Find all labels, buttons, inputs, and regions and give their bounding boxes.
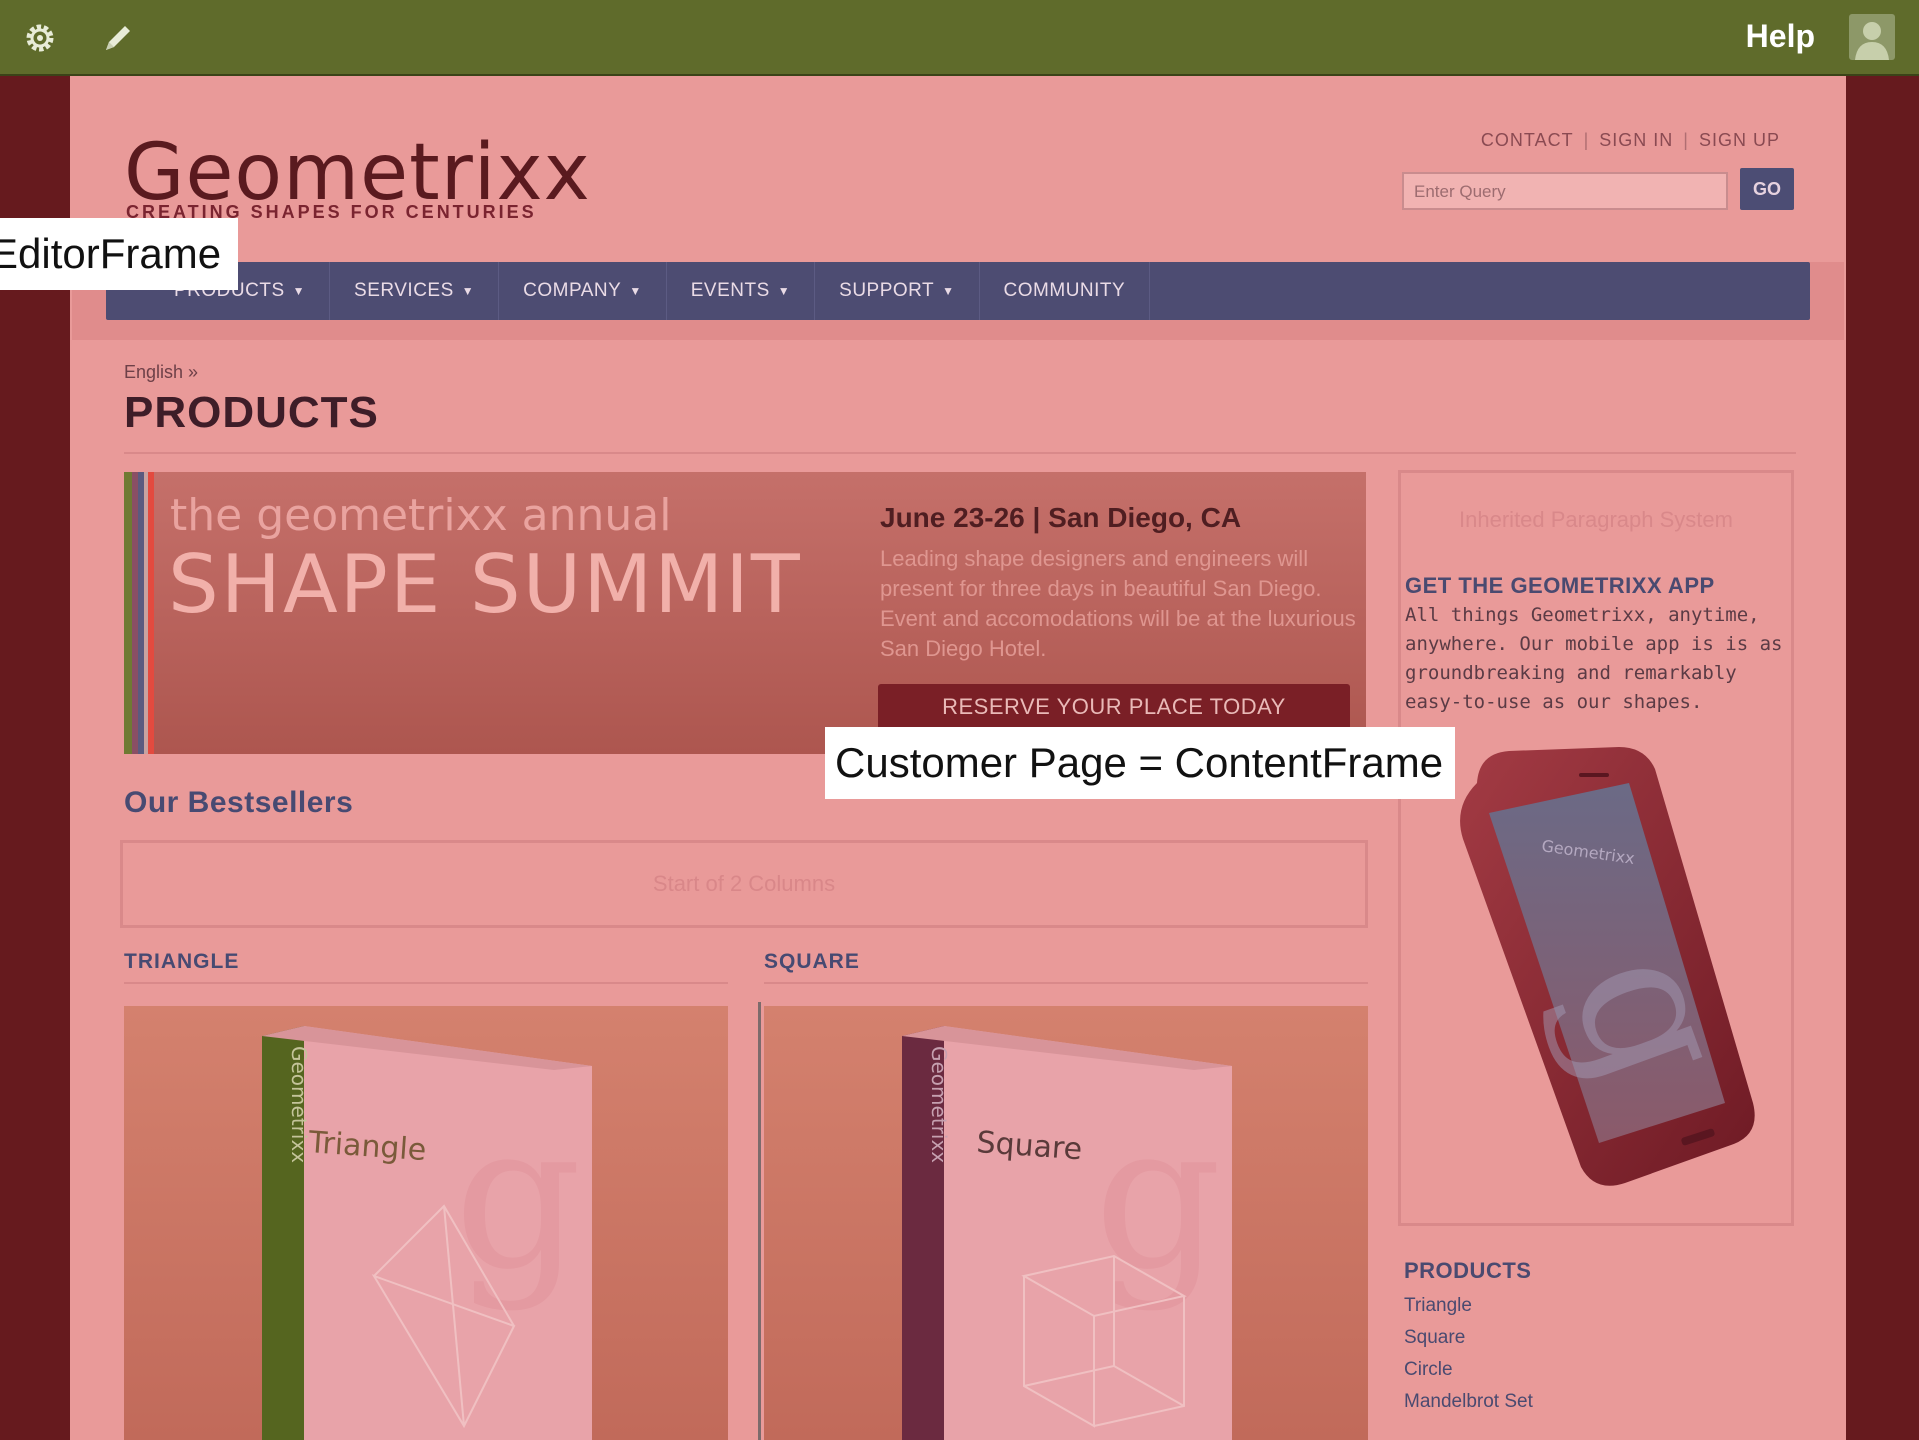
chevron-down-icon: ▼ [629, 284, 642, 298]
nav-label: SUPPORT [839, 280, 935, 301]
chevron-down-icon: ▼ [292, 284, 306, 298]
triangle-column-header[interactable]: TRIANGLE [124, 950, 239, 974]
gear-icon[interactable] [18, 16, 62, 60]
content-frame-label: Customer Page = ContentFrame [825, 727, 1456, 799]
column-divider [758, 1002, 761, 1440]
banner-description: Leading shape designers and engineers wi… [880, 546, 1356, 661]
sidebar-product-link[interactable]: Mandelbrot Set [1404, 1386, 1533, 1418]
svg-text:g: g [454, 1081, 582, 1314]
sign-in-link[interactable]: SIGN IN [1599, 130, 1673, 150]
square-column-header[interactable]: SQUARE [764, 950, 860, 974]
square-product-image[interactable]: Square Geometrixx g [764, 1006, 1368, 1440]
breadcrumb[interactable]: English » [124, 362, 198, 383]
bestsellers-heading: Our Bestsellers [124, 786, 354, 819]
divider [124, 982, 728, 984]
app-promo-description: All things Geometrixx, anytime, anywhere… [1405, 604, 1783, 713]
phone-image[interactable]: Geometrixx g [1449, 743, 1759, 1213]
main-nav: PRODUCTS ▼ SERVICES ▼ COMPANY ▼ EVENTS ▼ SUP… [106, 262, 1810, 320]
nav-label: EVENTS [690, 280, 770, 301]
nav-item-company[interactable]: COMPANY ▼ [499, 262, 667, 320]
sidebar-products: PRODUCTS Triangle Square Circle Mandelbr… [1404, 1258, 1533, 1418]
nav-item-support[interactable]: SUPPORT ▼ [815, 262, 980, 320]
sidebar-product-link[interactable]: Square [1404, 1322, 1533, 1354]
separator: | [1683, 130, 1689, 150]
box-spine-brand: Geometrixx [287, 1046, 311, 1163]
nav-label: COMMUNITY [1003, 280, 1126, 301]
banner-subtitle: the geometrixx annual [170, 490, 672, 541]
search-go-button[interactable]: GO [1740, 168, 1794, 210]
site-logo[interactable]: Geometrixx [124, 134, 591, 212]
chevron-down-icon: ▼ [942, 284, 955, 298]
sign-up-link[interactable]: SIGN UP [1699, 130, 1780, 150]
banner-stripes [124, 472, 158, 754]
nav-item-community[interactable]: COMMUNITY [980, 262, 1151, 320]
nav-item-services[interactable]: SERVICES ▼ [330, 262, 500, 320]
editor-frame-label-text: EditorFrame [0, 230, 222, 277]
divider [764, 982, 1368, 984]
separator: | [1583, 130, 1590, 150]
help-link[interactable]: Help [1746, 18, 1815, 55]
triangle-product-image[interactable]: Triangle Geometrixx g [124, 1006, 728, 1440]
page-title: PRODUCTS [124, 388, 379, 437]
box-spine-brand: Geometrixx [927, 1046, 951, 1163]
inherited-paragraph-placeholder[interactable]: Inherited Paragraph System [1401, 507, 1791, 533]
nav-label: COMPANY [523, 280, 622, 301]
utility-links: CONTACT | SIGN IN | SIGN UP [1481, 130, 1780, 151]
sidebar-product-link[interactable]: Circle [1404, 1354, 1533, 1386]
chevron-down-icon: ▼ [461, 284, 475, 298]
nav-item-events[interactable]: EVENTS ▼ [667, 262, 816, 320]
search-input[interactable]: Enter Query [1402, 172, 1728, 210]
sidebar-products-header: PRODUCTS [1404, 1258, 1532, 1283]
chevron-down-icon: ▼ [777, 284, 791, 298]
divider [124, 452, 1796, 454]
pencil-icon[interactable] [96, 16, 140, 60]
editor-frame-label: EditorFrame [0, 218, 238, 290]
reserve-button[interactable]: RESERVE YOUR PLACE TODAY [878, 684, 1350, 730]
sidebar-product-link[interactable]: Triangle [1404, 1290, 1533, 1322]
box-label: Square [975, 1125, 1083, 1167]
nav-label: SERVICES [354, 280, 454, 301]
app-promo-title[interactable]: GET THE GEOMETRIXX APP [1405, 573, 1715, 599]
editor-frame-right [1846, 76, 1919, 1440]
user-avatar-icon[interactable] [1849, 14, 1895, 60]
columns-placeholder[interactable]: Start of 2 Columns [120, 840, 1368, 928]
banner-date: June 23-26 | San Diego, CA [880, 502, 1242, 533]
contact-link[interactable]: CONTACT [1481, 130, 1574, 150]
banner-title: SHAPE SUMMIT [168, 538, 802, 631]
shape-summit-banner[interactable]: the geometrixx annual SHAPE SUMMIT June … [124, 472, 1366, 754]
sidebar-paragraph-system: Inherited Paragraph System GET THE GEOME… [1398, 470, 1794, 1226]
editor-toolbar: Help [0, 0, 1919, 76]
